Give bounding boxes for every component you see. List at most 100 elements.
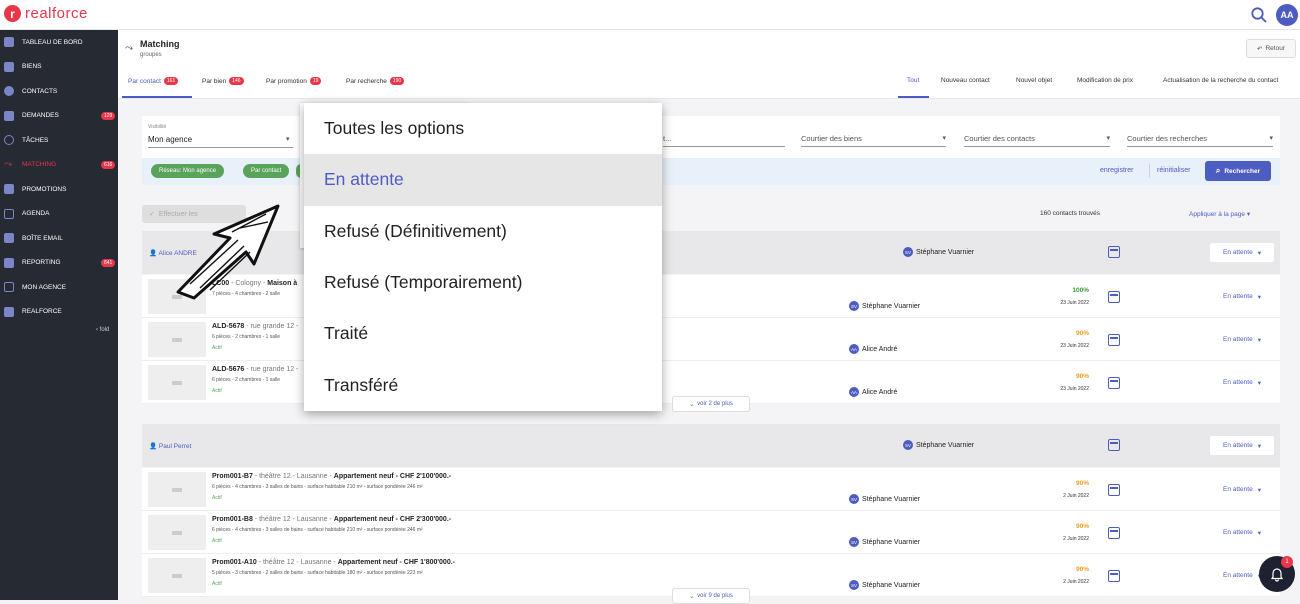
property-thumbnail bbox=[148, 472, 206, 507]
sidebar-item-label: BOÎTE EMAIL bbox=[22, 234, 63, 242]
menu-item-refuse-temporairement[interactable]: Refusé (Temporairement) bbox=[304, 257, 662, 308]
caret-down-icon: ▾ bbox=[1257, 249, 1261, 257]
menu-item-en-attente[interactable]: En attente bbox=[304, 154, 662, 206]
user-icon bbox=[4, 86, 14, 97]
top-bar: r realforce AA bbox=[0, 0, 1300, 30]
property-state: Actif bbox=[212, 345, 222, 351]
property-title[interactable]: ALD-5678 - rue grande 12 - bbox=[212, 323, 298, 330]
caret-down-icon: ▾ bbox=[1257, 293, 1261, 301]
match-date: 2 Juin 2022 bbox=[1063, 536, 1089, 542]
tab-par-recherche[interactable]: Par recherche 190 bbox=[346, 77, 405, 85]
field-value: t... bbox=[663, 134, 672, 143]
sidebar-item-mon-agence[interactable]: MON AGENCE bbox=[0, 275, 118, 300]
text-search-field[interactable]: t... bbox=[663, 134, 785, 147]
status-select[interactable]: En attente ▾ bbox=[1210, 480, 1274, 499]
status-select[interactable]: En attente ▾ bbox=[1210, 523, 1274, 542]
status-label: En attente bbox=[1223, 572, 1253, 579]
tab-badge: 146 bbox=[229, 77, 244, 85]
sidebar-item-taches[interactable]: TÂCHES bbox=[0, 128, 118, 153]
calendar-icon[interactable] bbox=[1108, 291, 1120, 303]
search-icon[interactable] bbox=[1250, 6, 1268, 24]
chevron-down-icon: ⌄ bbox=[689, 593, 695, 600]
calendar-icon[interactable] bbox=[1108, 334, 1120, 346]
sidebar-item-reporting[interactable]: REPORTING 841 bbox=[0, 251, 118, 276]
sidebar-item-tableau-de-bord[interactable]: TABLEAU DE BORD bbox=[0, 30, 118, 55]
tab-tout[interactable]: Tout bbox=[907, 77, 919, 84]
calendar-icon[interactable] bbox=[1108, 246, 1120, 258]
filter-chip-reseau[interactable]: Réseau: Mon agence bbox=[151, 164, 225, 178]
show-more-button[interactable]: ⌄ voir 9 de plus bbox=[672, 588, 750, 604]
sidebar-item-boite-email[interactable]: BOÎTE EMAIL bbox=[0, 226, 118, 251]
fold-sidebar-button[interactable]: ‹ fold bbox=[96, 327, 109, 333]
property-location: - rue grande 12 - bbox=[244, 366, 299, 373]
courtier-biens-select[interactable]: Courtier des biens ▾ bbox=[801, 134, 946, 147]
menu-item-toutes-les-options[interactable]: Toutes les options bbox=[304, 103, 662, 154]
apply-to-page-button[interactable]: Appliquer à la page ▾ bbox=[1189, 210, 1250, 218]
back-label: Retour bbox=[1265, 45, 1285, 52]
property-title[interactable]: Prom001-A10 - théâtre 12 - Lausanne - Ap… bbox=[212, 559, 455, 566]
menu-item-refuse-definitivement[interactable]: Refusé (Définitivement) bbox=[304, 206, 662, 257]
tab-actualisation-recherche[interactable]: Actualisation de la recherche du contact bbox=[1163, 77, 1278, 84]
filter-chip-par-contact[interactable]: Par contact bbox=[243, 164, 290, 178]
calendar-icon[interactable] bbox=[1108, 527, 1120, 539]
courtier-contacts-select[interactable]: Courtier des contacts ▾ bbox=[964, 134, 1110, 147]
status-label: En attente bbox=[1223, 442, 1253, 449]
tab-par-contact[interactable]: Par contact 161 bbox=[128, 77, 179, 85]
property-title[interactable]: Prom001-B8 - théâtre 12 - Lausanne - App… bbox=[212, 516, 451, 523]
mail-icon bbox=[4, 233, 14, 244]
property-type: Appartement neuf - CHF 2'100'000.- bbox=[333, 473, 452, 480]
property-ref: Prom001-B8 bbox=[212, 516, 253, 523]
status-select[interactable]: En attente ▾ bbox=[1210, 436, 1274, 455]
search-button[interactable]: ⌕ Rechercher bbox=[1205, 161, 1271, 181]
realforce-logo[interactable]: r realforce bbox=[4, 5, 88, 22]
property-title[interactable]: Prom001-B7 - théâtre 12 - Lausanne - App… bbox=[212, 473, 451, 480]
status-select[interactable]: En attente ▾ bbox=[1210, 243, 1274, 262]
contact-name-link[interactable]: 👤 Paul Perret bbox=[149, 442, 191, 450]
reset-filters-link[interactable]: réinitialiser bbox=[1157, 167, 1190, 174]
sidebar-item-promotions[interactable]: PROMOTIONS bbox=[0, 177, 118, 202]
courtier-recherches-select[interactable]: Courtier des recherches ▾ bbox=[1127, 134, 1273, 147]
sidebar-item-matching[interactable]: ⤳ MATCHING 616 bbox=[0, 153, 118, 178]
sidebar-item-realforce[interactable]: REALFORCE bbox=[0, 300, 118, 325]
tab-nouvel-objet[interactable]: Nouvel objet bbox=[1016, 77, 1052, 84]
caret-down-icon: ▾ bbox=[1257, 336, 1261, 344]
match-date: 23 Juin 2022 bbox=[1060, 386, 1089, 392]
chevron-down-icon: ⌄ bbox=[689, 401, 695, 408]
menu-item-transfere[interactable]: Transféré bbox=[304, 359, 662, 410]
property-description: 6 pièces - 4 chambres - 3 salles de bain… bbox=[212, 527, 423, 533]
calendar-icon[interactable] bbox=[1108, 484, 1120, 496]
show-more-button[interactable]: ⌄ voir 2 de plus bbox=[672, 396, 750, 412]
tab-par-bien[interactable]: Par bien 146 bbox=[202, 77, 244, 85]
row-agent: SV Stéphane Vuarnier bbox=[849, 537, 920, 547]
property-title[interactable]: ALD-5676 - rue grande 12 - bbox=[212, 366, 298, 373]
visibility-select[interactable]: Mon agence ▾ bbox=[148, 135, 290, 144]
status-select[interactable]: En attente ▾ bbox=[1210, 373, 1274, 392]
calendar-icon[interactable] bbox=[1108, 570, 1120, 582]
calendar-icon[interactable] bbox=[1108, 377, 1120, 389]
agent-name: Stéphane Vuarnier bbox=[916, 248, 975, 256]
tab-modification-prix[interactable]: Modification de prix bbox=[1077, 77, 1133, 84]
group-agent: SV Stéphane Vuarnier bbox=[903, 440, 974, 450]
sidebar-item-label: DEMANDES bbox=[22, 112, 59, 120]
sidebar-item-contacts[interactable]: CONTACTS bbox=[0, 79, 118, 104]
table-row[interactable]: Prom001-B7 - théâtre 12 - Lausanne - App… bbox=[142, 468, 1280, 511]
save-filters-link[interactable]: enregistrer bbox=[1100, 167, 1133, 174]
status-select[interactable]: En attente ▾ bbox=[1210, 287, 1274, 306]
status-select[interactable]: En attente ▾ bbox=[1210, 330, 1274, 349]
calendar-icon[interactable] bbox=[1108, 439, 1120, 451]
tab-label: Par contact bbox=[128, 77, 161, 85]
menu-item-traite[interactable]: Traité bbox=[304, 308, 662, 359]
sidebar-item-demandes[interactable]: DEMANDES 129 bbox=[0, 104, 118, 129]
sidebar-item-agenda[interactable]: AGENDA bbox=[0, 202, 118, 227]
property-thumbnail bbox=[148, 558, 206, 593]
property-location: - rue grande 12 - bbox=[244, 323, 299, 330]
caret-down-icon: ▾ bbox=[942, 135, 946, 142]
sidebar-item-biens[interactable]: BIENS bbox=[0, 55, 118, 80]
tab-label: Par promotion bbox=[266, 77, 307, 85]
tab-par-promotion[interactable]: Par promotion 19 bbox=[266, 77, 322, 85]
tab-nouveau-contact[interactable]: Nouveau contact bbox=[941, 77, 990, 84]
table-row[interactable]: Prom001-B8 - théâtre 12 - Lausanne - App… bbox=[142, 511, 1280, 554]
back-button[interactable]: ↶ Retour bbox=[1246, 39, 1296, 58]
match-date: 23 Juin 2022 bbox=[1060, 300, 1089, 306]
user-avatar[interactable]: AA bbox=[1276, 4, 1298, 26]
